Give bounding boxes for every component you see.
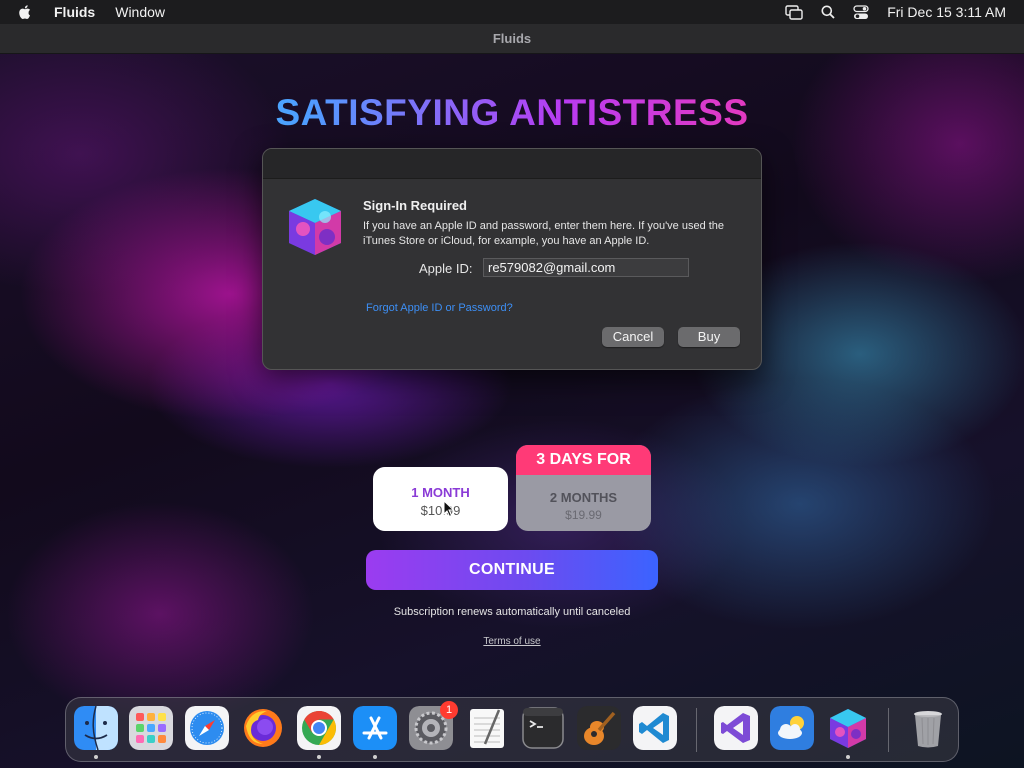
plan-one-month[interactable]: 1 MONTH $10.99 (373, 467, 508, 531)
trash-icon[interactable] (906, 706, 950, 750)
menubar-clock[interactable]: Fri Dec 15 3:11 AM (887, 4, 1006, 20)
plan-price: $19.99 (565, 508, 602, 522)
terminal-icon[interactable] (521, 706, 565, 750)
fluids-icon[interactable] (826, 706, 870, 750)
garageband-icon[interactable] (577, 706, 621, 750)
plan-name: 1 MONTH (411, 485, 470, 500)
running-indicator (94, 755, 98, 759)
apple-id-field[interactable] (483, 258, 689, 277)
menu-bar: Fluids Window Fri Dec 15 3:11 AM (0, 0, 1024, 24)
dialog-header (263, 149, 761, 179)
running-indicator (846, 755, 850, 759)
cancel-button[interactable]: Cancel (602, 327, 664, 347)
textedit-icon[interactable] (465, 706, 509, 750)
window-titlebar: Fluids (0, 24, 1024, 54)
safari-icon[interactable] (185, 706, 229, 750)
plan-two-months[interactable]: 3 DAYS FOR 2 MONTHS $19.99 (516, 445, 651, 531)
dock-separator (696, 708, 697, 752)
app-content: SATISFYING ANTISTRESS Sign-In Required I… (0, 54, 1024, 768)
app-store-icon[interactable] (353, 706, 397, 750)
chrome-icon[interactable] (297, 706, 341, 750)
notification-badge: 1 (440, 701, 458, 719)
app-headline: SATISFYING ANTISTRESS (0, 92, 1024, 134)
running-indicator (373, 755, 377, 759)
visual-studio-icon[interactable] (714, 706, 758, 750)
screen-mirroring-icon[interactable] (785, 4, 803, 20)
fluids-app-icon (285, 195, 345, 259)
dialog-title: Sign-In Required (363, 198, 467, 213)
dialog-message: If you have an Apple ID and password, en… (363, 220, 725, 247)
sign-in-dialog: Sign-In Required If you have an Apple ID… (262, 148, 762, 370)
apple-menu-icon[interactable] (18, 4, 34, 20)
app-name-menu[interactable]: Fluids (54, 4, 95, 20)
weather-icon[interactable] (770, 706, 814, 750)
running-indicator (317, 755, 321, 759)
vscode-icon[interactable] (633, 706, 677, 750)
dock: 1 (65, 697, 959, 762)
continue-button[interactable]: CONTINUE (366, 550, 658, 590)
search-icon[interactable] (821, 5, 835, 19)
plan-price: $10.99 (420, 503, 461, 518)
forgot-apple-id-link[interactable]: Forgot Apple ID or Password? (366, 302, 513, 314)
plan-name: 2 MONTHS (549, 490, 618, 505)
mouse-pointer-icon (443, 499, 455, 523)
trial-badge: 3 DAYS FOR (516, 445, 651, 475)
control-center-icon[interactable] (853, 4, 869, 20)
firefox-icon[interactable] (241, 706, 285, 750)
finder-icon[interactable] (74, 706, 118, 750)
renewal-note: Subscription renews automatically until … (393, 606, 631, 618)
terms-of-use-link[interactable]: Terms of use (0, 636, 1024, 647)
dock-separator (888, 708, 889, 752)
apple-id-label: Apple ID: (419, 261, 473, 276)
menu-window[interactable]: Window (115, 4, 165, 20)
launchpad-icon[interactable] (129, 706, 173, 750)
window-title: Fluids (492, 31, 532, 46)
status-area: Fri Dec 15 3:11 AM (785, 0, 1006, 24)
buy-button[interactable]: Buy (678, 327, 740, 347)
